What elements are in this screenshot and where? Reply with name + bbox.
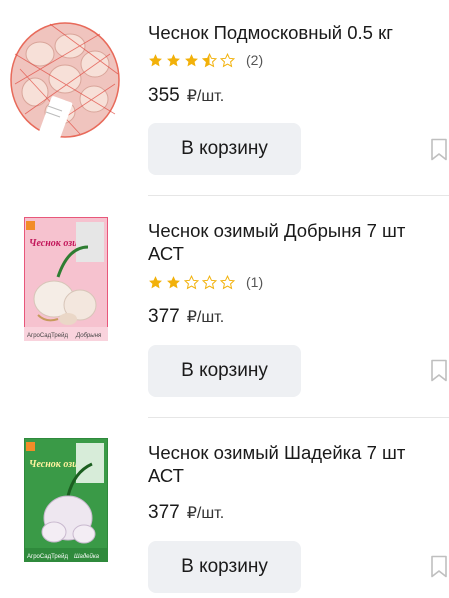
rating: (1) xyxy=(148,273,263,291)
price-unit: ₽/шт. xyxy=(186,88,225,105)
rating-count: (2) xyxy=(246,52,264,68)
add-to-cart-button[interactable]: В корзину xyxy=(148,123,301,175)
rating: (2) xyxy=(148,51,263,69)
star-icon xyxy=(167,53,180,66)
bookmark-icon[interactable] xyxy=(430,359,448,383)
product-card: Чеснок озимый АгроСадТрейд Добрыня Чесно… xyxy=(0,196,449,418)
add-to-cart-button[interactable]: В корзину xyxy=(148,345,301,397)
star-icon xyxy=(185,53,198,66)
seed-pack-image: Чеснок озимый АгроСадТрейд Добрыня xyxy=(23,216,109,342)
product-card: Чеснок озимый АгроСадТрейд Шадейка Чесно… xyxy=(0,418,449,598)
pack-brand: АгроСадТрейд xyxy=(27,553,68,560)
star-icon xyxy=(167,275,180,288)
product-card: Чеснок Подмосковный 0.5 кг (2) 355 ₽/шт.… xyxy=(0,0,449,196)
price-value: 355 xyxy=(148,85,180,106)
garlic-net-image xyxy=(10,22,120,144)
bookmark-icon[interactable] xyxy=(430,555,448,579)
product-image-seed-pack[interactable]: Чеснок озимый АгроСадТрейд Шадейка xyxy=(23,437,109,563)
star-empty-icon xyxy=(202,274,217,289)
price-unit: ₽/шт. xyxy=(186,505,225,522)
rating-count: (1) xyxy=(246,274,264,290)
product-image-seed-pack[interactable]: Чеснок озимый АгроСадТрейд Добрыня xyxy=(23,216,109,342)
product-image-garlic-net[interactable] xyxy=(10,14,122,144)
pack-brand: АгроСадТрейд xyxy=(27,332,68,339)
star-icon xyxy=(149,275,162,288)
star-empty-icon xyxy=(220,52,235,67)
price-value: 377 xyxy=(148,502,180,523)
star-empty-icon xyxy=(220,274,235,289)
seed-pack-image: Чеснок озимый АгроСадТрейд Шадейка xyxy=(23,437,109,563)
price-unit: ₽/шт. xyxy=(186,309,225,326)
star-empty-icon xyxy=(184,274,199,289)
price: 377 ₽/шт. xyxy=(148,502,224,524)
product-title[interactable]: Чеснок озимый Шадейка 7 шт АСТ xyxy=(148,441,428,487)
price: 355 ₽/шт. xyxy=(148,85,224,107)
product-title[interactable]: Чеснок озимый Добрыня 7 шт АСТ xyxy=(148,219,428,265)
star-half-icon xyxy=(202,52,217,67)
add-to-cart-button[interactable]: В корзину xyxy=(148,541,301,593)
star-icon xyxy=(149,53,162,66)
price: 377 ₽/шт. xyxy=(148,306,224,328)
pack-variety: Шадейка xyxy=(74,553,100,560)
product-title[interactable]: Чеснок Подмосковный 0.5 кг xyxy=(148,21,428,44)
pack-variety: Добрыня xyxy=(75,333,102,339)
price-value: 377 xyxy=(148,306,180,327)
bookmark-icon[interactable] xyxy=(430,138,448,162)
